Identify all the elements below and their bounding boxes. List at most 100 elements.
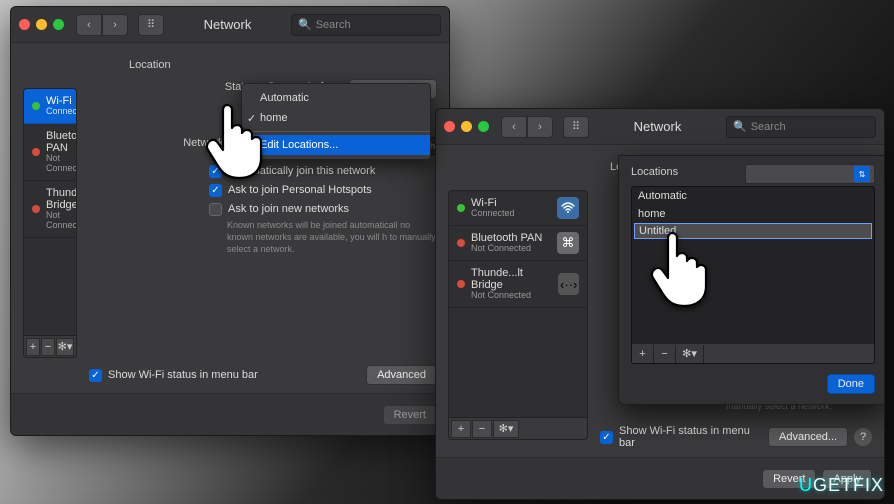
sidebar-item-status: Connected <box>46 107 77 117</box>
newnet-label: Ask to join new networks <box>228 203 349 215</box>
location-option-home[interactable]: home <box>242 108 430 128</box>
window-body: Wi-Fi Connected Bluetooth PAN Not Connec… <box>11 43 449 393</box>
sidebar-item-thunderbolt[interactable]: Thunde...lt Bridge Not Connected ‹··› <box>449 261 587 308</box>
grid-view-button[interactable]: ⠿ <box>563 116 589 138</box>
action-menu-button[interactable]: ✻▾ <box>56 338 74 356</box>
sidebar-item-label: Thunde...lt Bridge <box>46 187 77 211</box>
sidebar-item-wifi[interactable]: Wi-Fi Connected <box>24 89 76 124</box>
help-button[interactable]: ? <box>854 428 872 446</box>
network-window-1: ‹ › ⠿ Network 🔍 Search Wi-Fi Connected <box>10 6 450 436</box>
sidebar-item-label: Thunde...lt Bridge <box>471 267 552 291</box>
hotspot-label: Ask to join Personal Hotspots <box>228 184 372 196</box>
edit-locations-menuitem[interactable]: Edit Locations... <box>242 135 430 155</box>
titlebar: ‹ › ⠿ Network 🔍 Search <box>11 7 449 43</box>
show-status-label: Show Wi-Fi status in menu bar <box>108 369 258 381</box>
add-interface-button[interactable]: + <box>451 420 471 438</box>
forward-button[interactable]: › <box>527 116 553 138</box>
revert-button[interactable]: Revert <box>383 405 437 425</box>
sidebar-footer: + − ✻▾ <box>449 417 587 439</box>
network-window-2: ‹ › ⠿ Network 🔍 Search Wi-Fi Connected <box>435 108 885 500</box>
search-icon: 🔍 <box>733 120 747 133</box>
remove-interface-button[interactable]: − <box>41 338 55 356</box>
menu-separator <box>242 131 430 132</box>
back-button[interactable]: ‹ <box>501 116 527 138</box>
checkbox-icon: ✓ <box>209 184 222 197</box>
status-dot-icon <box>457 204 465 212</box>
sheet-stepper[interactable]: ⇅ <box>745 164 875 184</box>
sidebar-item-status: Not Connected <box>46 211 77 231</box>
window-title: Network <box>170 17 285 32</box>
sidebar-item-status: Not Connected <box>471 291 552 301</box>
search-placeholder: Search <box>751 121 786 133</box>
listbox-footer: + − ✻▾ <box>632 343 874 363</box>
main-panel: Loc Turn Wi-Fi Off and has the IP ⇅ n th… <box>588 145 884 457</box>
window-bottom-bar: Revert <box>11 393 449 435</box>
zoom-dot[interactable] <box>53 19 64 30</box>
sidebar-item-bluetooth[interactable]: Bluetooth PAN Not Connected ⌘ <box>449 226 587 261</box>
interface-sidebar: Wi-Fi Connected Bluetooth PAN Not Connec… <box>448 190 588 440</box>
nav-group: ‹ › <box>501 116 553 138</box>
sidebar-item-wifi[interactable]: Wi-Fi Connected <box>449 191 587 226</box>
status-dot-icon <box>32 102 40 110</box>
ask-new-networks-row[interactable]: Ask to join new networks <box>209 203 437 216</box>
known-networks-hint: Known networks will be joined automatica… <box>227 220 437 255</box>
sheet-buttons: Done <box>631 374 875 394</box>
bluetooth-icon: ⌘ <box>557 232 579 254</box>
autojoin-row[interactable]: ✓ Automatically join this network <box>209 165 437 178</box>
main-panel: Location Automatic home Edit Locations..… <box>77 43 449 393</box>
status-dot-icon <box>457 280 465 288</box>
search-icon: 🔍 <box>298 18 312 31</box>
remove-location-button[interactable]: − <box>654 345 676 363</box>
show-status-checkbox[interactable]: ✓ <box>600 431 613 444</box>
add-location-button[interactable]: + <box>632 345 654 363</box>
show-status-checkbox[interactable]: ✓ <box>89 369 102 382</box>
close-dot[interactable] <box>19 19 30 30</box>
add-interface-button[interactable]: + <box>26 338 40 356</box>
locations-sheet: Locations ⇅ Automatic home Untitled + − … <box>618 155 885 405</box>
action-menu-button[interactable]: ✻▾ <box>493 420 519 438</box>
search-field[interactable]: 🔍 Search <box>726 116 876 138</box>
location-dropdown-menu: Automatic home Edit Locations... <box>241 83 431 160</box>
traffic-lights <box>444 121 489 132</box>
zoom-dot[interactable] <box>478 121 489 132</box>
traffic-lights <box>19 19 64 30</box>
window-body: Wi-Fi Connected Bluetooth PAN Not Connec… <box>436 145 884 457</box>
close-dot[interactable] <box>444 121 455 132</box>
search-placeholder: Search <box>316 19 351 31</box>
sidebar-item-bluetooth[interactable]: Bluetooth PAN Not Connected ⌘ <box>24 124 76 181</box>
sidebar-item-status: Not Connected <box>46 154 77 174</box>
done-button[interactable]: Done <box>827 374 875 394</box>
checkbox-icon: ✓ <box>209 165 222 178</box>
wifi-icon <box>557 197 579 219</box>
location-row-editing[interactable]: Untitled <box>634 223 872 239</box>
personal-hotspot-row[interactable]: ✓ Ask to join Personal Hotspots <box>209 184 437 197</box>
sidebar-item-label: Bluetooth PAN <box>46 130 77 154</box>
autojoin-label: Automatically join this network <box>228 165 375 177</box>
back-button[interactable]: ‹ <box>76 14 102 36</box>
grid-view-button[interactable]: ⠿ <box>138 14 164 36</box>
chevron-updown-icon: ⇅ <box>854 166 870 182</box>
minimize-dot[interactable] <box>36 19 47 30</box>
search-field[interactable]: 🔍 Search <box>291 14 441 36</box>
sidebar-item-thunderbolt[interactable]: Thunde...lt Bridge Not Connected ‹··› <box>24 181 76 238</box>
show-status-label: Show Wi-Fi status in menu bar <box>619 425 768 449</box>
location-row-home[interactable]: home <box>632 205 874 223</box>
remove-interface-button[interactable]: − <box>472 420 492 438</box>
locations-listbox: Automatic home Untitled + − ✻▾ <box>631 186 875 364</box>
location-label: Location <box>129 59 171 71</box>
status-dot-icon <box>32 148 40 156</box>
advanced-button[interactable]: Advanced... <box>768 427 848 447</box>
watermark-text: GETFIX <box>813 475 884 495</box>
forward-button[interactable]: › <box>102 14 128 36</box>
location-action-button[interactable]: ✻▾ <box>676 345 704 363</box>
location-row-automatic[interactable]: Automatic <box>632 187 874 205</box>
watermark: UGETFIX <box>799 475 884 496</box>
interface-sidebar: Wi-Fi Connected Bluetooth PAN Not Connec… <box>23 88 77 358</box>
location-option-automatic[interactable]: Automatic <box>242 88 430 108</box>
location-row: Location <box>129 59 437 71</box>
advanced-button[interactable]: Advanced <box>366 365 437 385</box>
status-dot-icon <box>457 239 465 247</box>
sidebar-item-status: Connected <box>471 209 515 219</box>
minimize-dot[interactable] <box>461 121 472 132</box>
titlebar: ‹ › ⠿ Network 🔍 Search <box>436 109 884 145</box>
